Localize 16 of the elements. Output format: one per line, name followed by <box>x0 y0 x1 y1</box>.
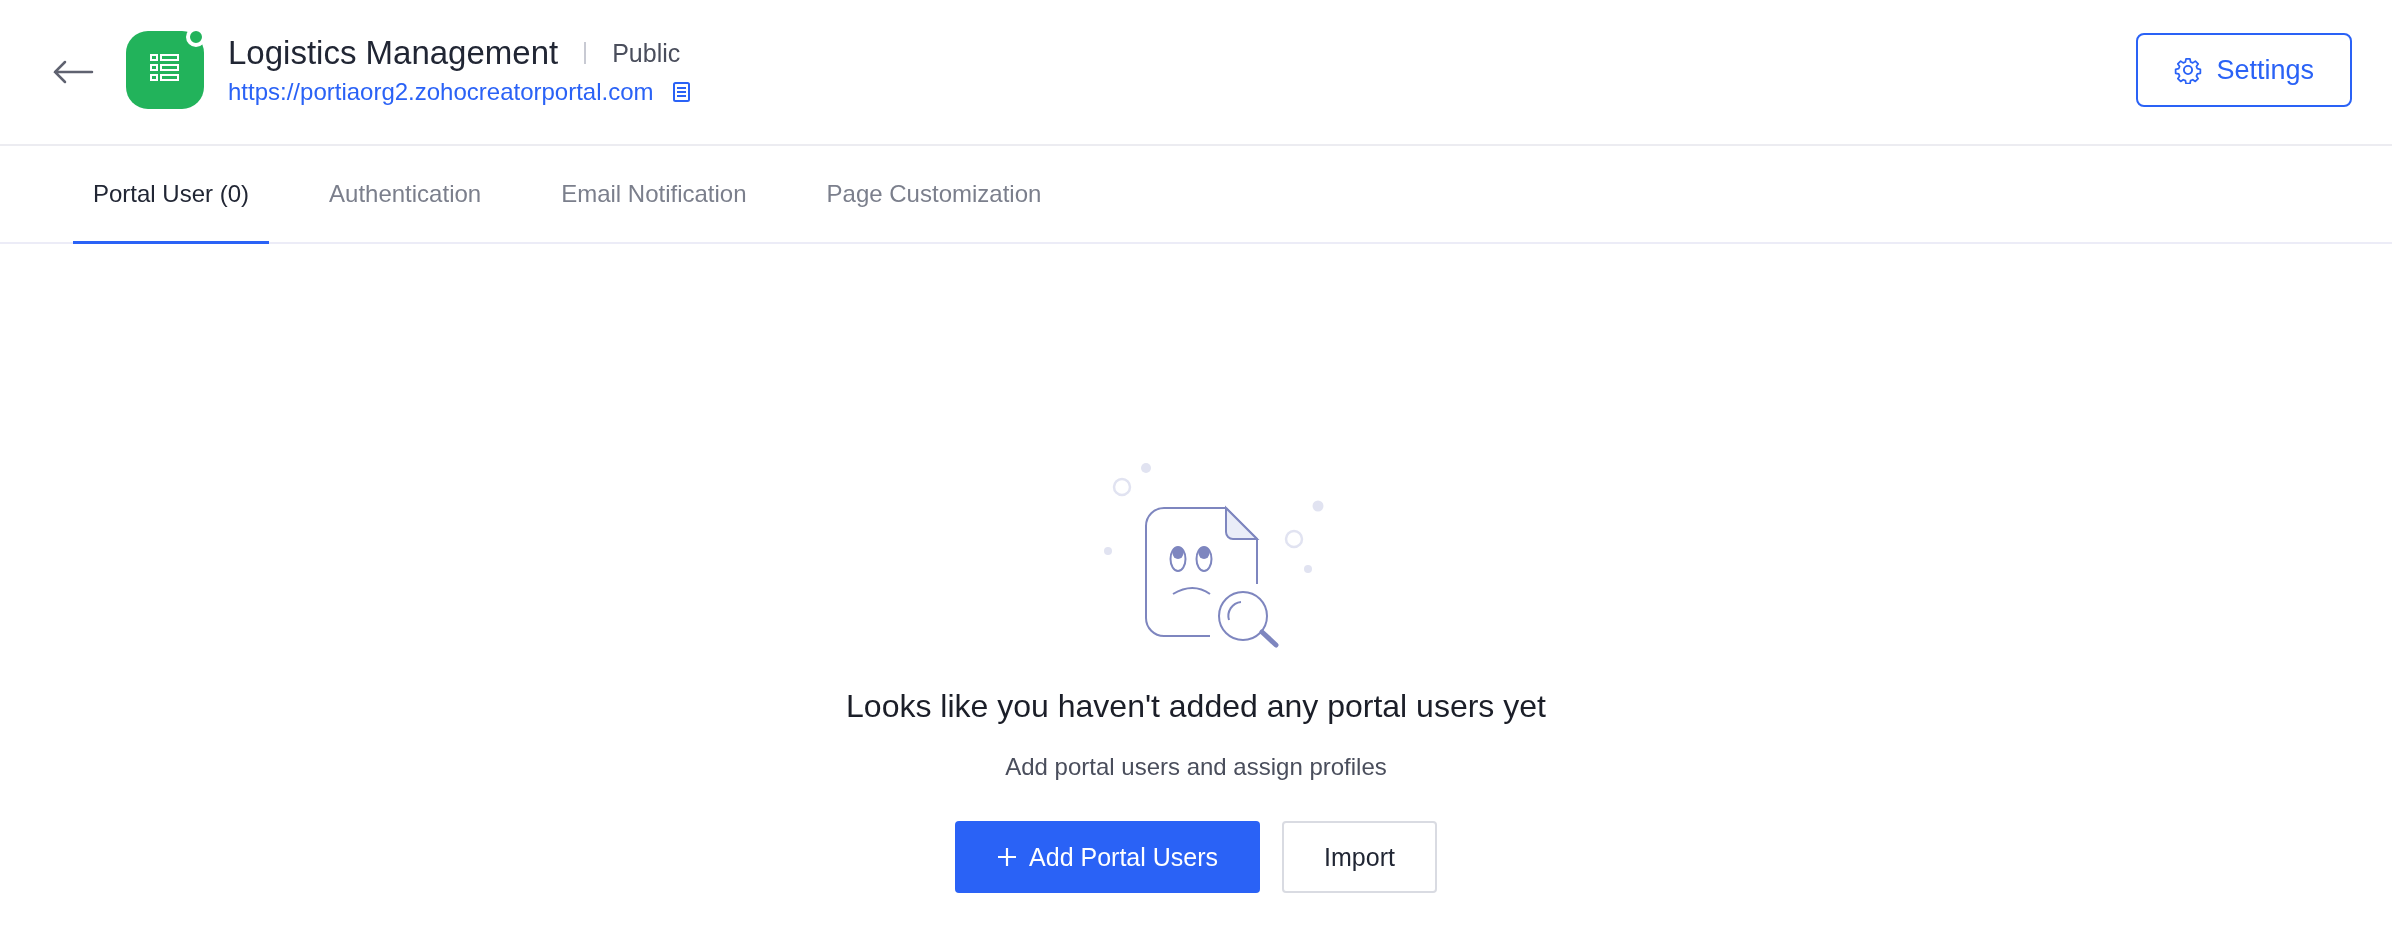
empty-state-subtitle: Add portal users and assign profiles <box>1005 753 1387 781</box>
add-users-button[interactable]: Add Portal Users <box>955 821 1261 893</box>
copy-icon[interactable] <box>671 81 692 103</box>
tab[interactable]: Page Customization <box>806 146 1062 244</box>
plus-icon <box>997 847 1018 867</box>
visibility-label: Public <box>612 38 681 68</box>
portal-url-link[interactable]: https://portiaorg2.zohocreatorportal.com <box>228 78 654 106</box>
back-arrow-icon[interactable] <box>52 60 94 84</box>
app-title: Logistics Management <box>228 34 559 72</box>
tab[interactable]: Email Notification <box>541 146 767 244</box>
import-button[interactable]: Import <box>1282 821 1437 893</box>
settings-button[interactable]: Settings <box>2136 33 2352 107</box>
settings-icon <box>2174 56 2203 84</box>
tab[interactable]: Portal User (0) <box>73 146 270 244</box>
empty-state-heading: Looks like you haven't added any portal users yet <box>846 688 1546 725</box>
tab[interactable]: Authentication <box>309 146 502 244</box>
